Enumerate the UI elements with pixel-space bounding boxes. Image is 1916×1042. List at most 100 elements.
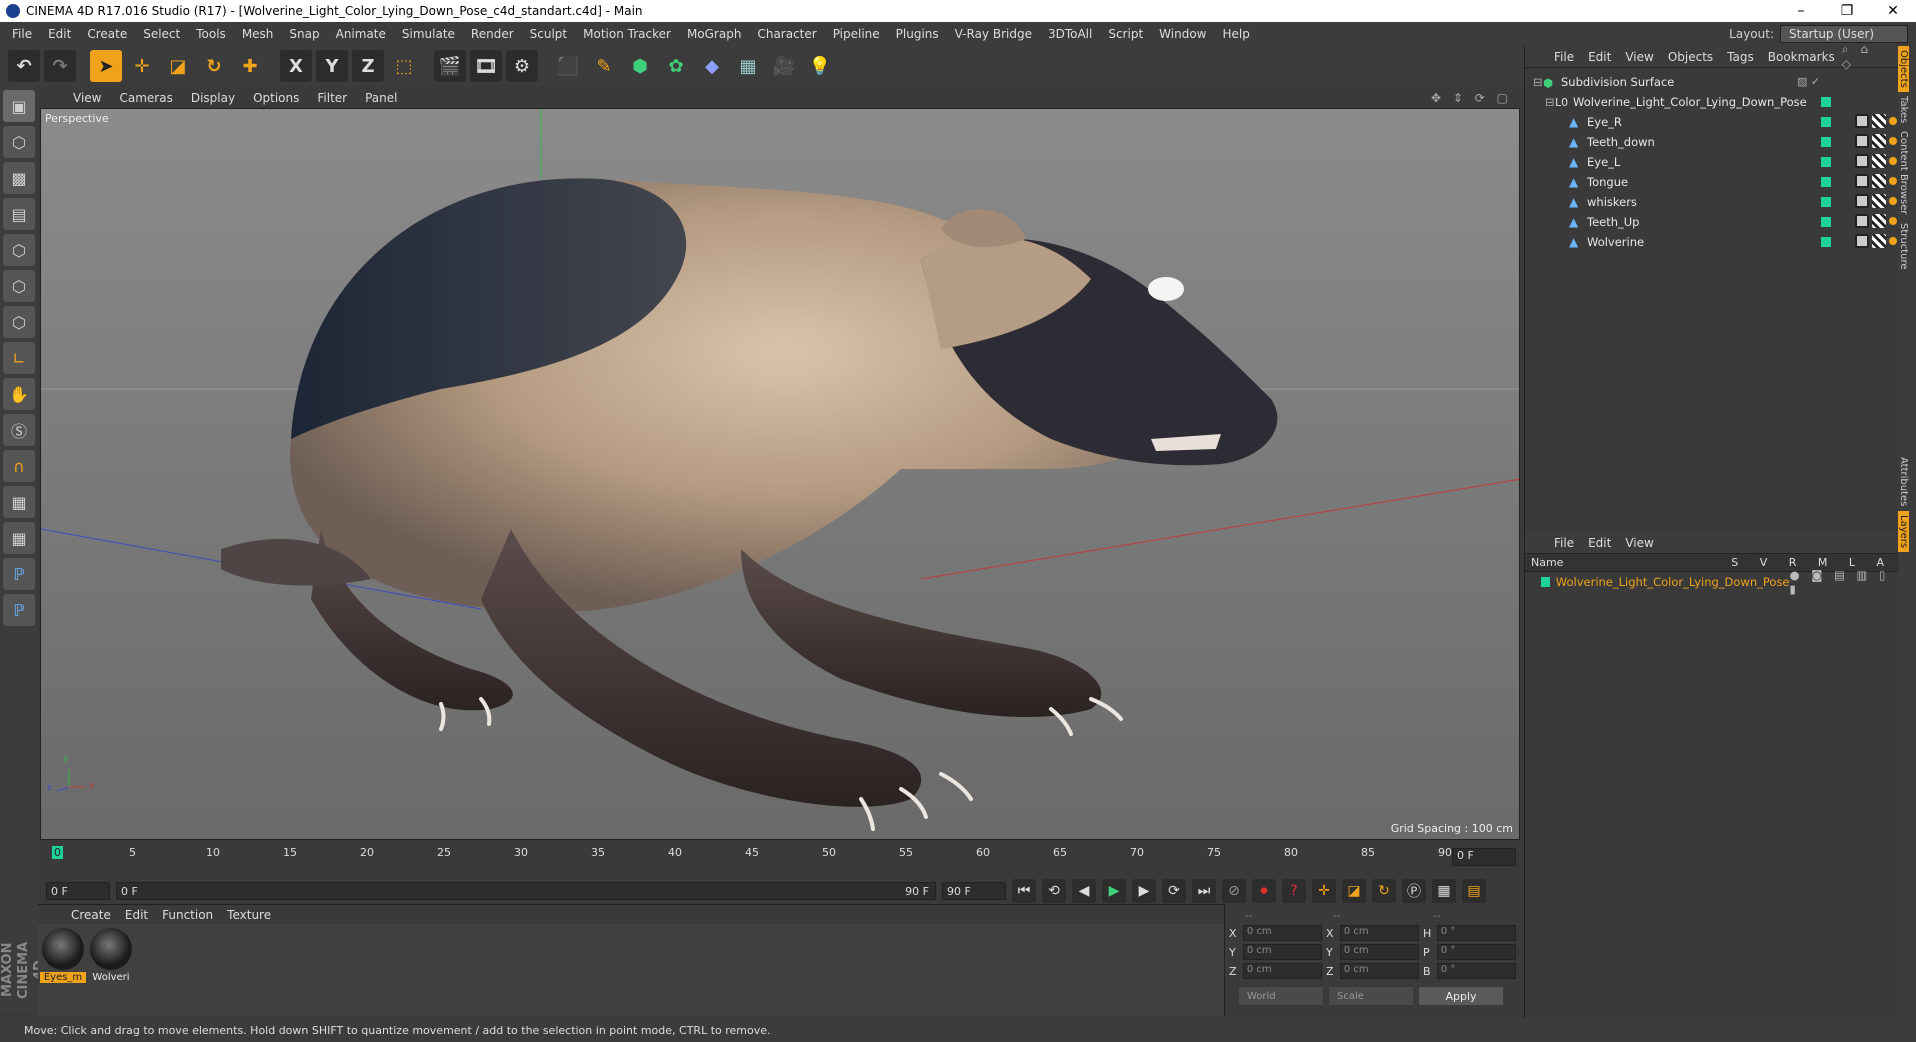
viewport-menu-filter[interactable]: Filter: [308, 91, 356, 105]
tab-structure[interactable]: Structure: [1898, 219, 1909, 274]
python-script-icon[interactable]: ℙ: [3, 594, 35, 626]
solo-icon[interactable]: Ⓢ: [3, 414, 35, 446]
tab-layers[interactable]: Layers: [1898, 510, 1909, 552]
size-x-field[interactable]: 0 cm: [1339, 925, 1419, 941]
polygons-mode-icon[interactable]: ⬡: [3, 306, 35, 338]
rotation-p-field[interactable]: 0 °: [1436, 944, 1516, 960]
model-mode-icon[interactable]: ⬡: [3, 126, 35, 158]
z-axis-lock-button[interactable]: Z: [352, 50, 384, 82]
live-selection-icon[interactable]: ➤: [90, 50, 122, 82]
texture-mode-icon[interactable]: ▩: [3, 162, 35, 194]
menu-help[interactable]: Help: [1214, 27, 1257, 41]
material-menu-create[interactable]: Create: [64, 908, 118, 922]
object-menu-edit[interactable]: Edit: [1581, 50, 1618, 64]
object-row[interactable]: ▲ Teeth_down: [1525, 132, 1898, 152]
viewport-menu-cameras[interactable]: Cameras: [110, 91, 181, 105]
material-tag-icon[interactable]: [1889, 197, 1897, 205]
phong-tag-icon[interactable]: [1855, 114, 1869, 128]
phong-tag-icon[interactable]: [1855, 134, 1869, 148]
object-row[interactable]: ▲ Eye_R: [1525, 112, 1898, 132]
material-swatch[interactable]: Wolveri: [90, 928, 132, 1012]
material-tag-icon[interactable]: [1889, 157, 1897, 165]
workplane-icon[interactable]: ▤: [3, 198, 35, 230]
layout-select[interactable]: Startup (User): [1780, 25, 1908, 43]
menu-script[interactable]: Script: [1100, 27, 1151, 41]
camera-icon[interactable]: 🎥: [768, 50, 800, 82]
autokey-icon[interactable]: ⏺: [1252, 879, 1276, 903]
menu-vray-bridge[interactable]: V-Ray Bridge: [947, 27, 1040, 41]
go-to-start-icon[interactable]: ⏮: [1012, 879, 1036, 903]
edit-render-settings-icon[interactable]: ⚙: [506, 50, 538, 82]
collapse-toggle-icon[interactable]: ⊟: [1545, 95, 1555, 109]
tab-attributes[interactable]: Attributes: [1898, 453, 1909, 510]
record-keys-icon[interactable]: ⊘: [1222, 879, 1246, 903]
subdivision-surface-icon[interactable]: ⬢: [624, 50, 656, 82]
menu-animate[interactable]: Animate: [328, 27, 394, 41]
axis-mode-icon[interactable]: ∟: [3, 342, 35, 374]
play-forward-icon[interactable]: ▶: [1102, 879, 1126, 903]
undo-icon[interactable]: ↶: [8, 50, 40, 82]
object-row[interactable]: ▲ whiskers: [1525, 192, 1898, 212]
position-x-field[interactable]: 0 cm: [1242, 925, 1322, 941]
object-row[interactable]: ▲ Tongue: [1525, 172, 1898, 192]
menu-simulate[interactable]: Simulate: [394, 27, 463, 41]
cloner-icon[interactable]: ✿: [660, 50, 692, 82]
object-menu-bookmarks[interactable]: Bookmarks: [1761, 50, 1842, 64]
render-picture-viewer-icon[interactable]: 🎞: [470, 50, 502, 82]
apply-button[interactable]: Apply: [1419, 987, 1503, 1005]
edges-mode-icon[interactable]: ⬡: [3, 270, 35, 302]
position-z-field[interactable]: 0 cm: [1242, 963, 1322, 979]
viewport-menu-view[interactable]: View: [64, 91, 110, 105]
menu-window[interactable]: Window: [1151, 27, 1214, 41]
material-tag-icon[interactable]: [1889, 177, 1897, 185]
material-tag-icon[interactable]: [1889, 237, 1897, 245]
phong-tag-icon[interactable]: [1855, 234, 1869, 248]
object-row[interactable]: ▲ Wolverine: [1525, 232, 1898, 252]
phong-tag-icon[interactable]: [1855, 214, 1869, 228]
render-view-icon[interactable]: 🎬: [434, 50, 466, 82]
layer-flag-icons[interactable]: ● ◙ ▤ ▥ ▯ ▮: [1790, 568, 1899, 596]
object-menu-tags[interactable]: Tags: [1720, 50, 1761, 64]
rotation-b-field[interactable]: 0 °: [1436, 963, 1516, 979]
key-parameter-icon[interactable]: Ⓟ: [1402, 879, 1426, 903]
key-position-icon[interactable]: ✛: [1312, 879, 1336, 903]
light-icon[interactable]: 💡: [804, 50, 836, 82]
size-y-field[interactable]: 0 cm: [1339, 944, 1419, 960]
object-row[interactable]: ⊟ L0 Wolverine_Light_Color_Lying_Down_Po…: [1525, 92, 1898, 112]
phong-tag-icon[interactable]: [1855, 174, 1869, 188]
perspective-viewport[interactable]: Perspective y x z Grid Spacing : 100 cm: [40, 108, 1520, 840]
floor-icon[interactable]: ▦: [732, 50, 764, 82]
material-menu-edit[interactable]: Edit: [118, 908, 155, 922]
transform-icon[interactable]: ✚: [234, 50, 266, 82]
menu-mograph[interactable]: MoGraph: [679, 27, 750, 41]
position-y-field[interactable]: 0 cm: [1242, 944, 1322, 960]
transform-mode-dropdown[interactable]: Scale: [1329, 987, 1413, 1005]
material-tag-icon[interactable]: [1889, 217, 1897, 225]
layer-menu-edit[interactable]: Edit: [1581, 536, 1618, 550]
next-frame-icon[interactable]: ▶: [1132, 879, 1156, 903]
menu-motion-tracker[interactable]: Motion Tracker: [575, 27, 679, 41]
rotate-tool-icon[interactable]: ↻: [198, 50, 230, 82]
object-menu-objects[interactable]: Objects: [1661, 50, 1720, 64]
texture-tag-icon[interactable]: [1872, 174, 1886, 188]
viewport-nav-icons[interactable]: ✥ ⇕ ⟳ ▢: [1431, 91, 1520, 105]
menu-pipeline[interactable]: Pipeline: [825, 27, 888, 41]
material-tag-icon[interactable]: [1889, 117, 1897, 125]
layer-menu-view[interactable]: View: [1618, 536, 1660, 550]
next-key-icon[interactable]: ⟳: [1162, 879, 1186, 903]
timeline-window-icon[interactable]: ▤: [1462, 879, 1486, 903]
magnet-icon[interactable]: ∩: [3, 450, 35, 482]
coordinate-system-icon[interactable]: ⬚: [388, 50, 420, 82]
cube-primitive-icon[interactable]: ⬛: [552, 50, 584, 82]
menu-sculpt[interactable]: Sculpt: [522, 27, 575, 41]
key-rotation-icon[interactable]: ↻: [1372, 879, 1396, 903]
viewport-menu-options[interactable]: Options: [244, 91, 308, 105]
menu-tools[interactable]: Tools: [188, 27, 234, 41]
move-tool-icon[interactable]: ✛: [126, 50, 158, 82]
keyframe-selection-icon[interactable]: ?: [1282, 879, 1306, 903]
object-row[interactable]: ▲ Eye_L: [1525, 152, 1898, 172]
end-frame-field[interactable]: 90 F: [942, 882, 1006, 900]
texture-tag-icon[interactable]: [1872, 194, 1886, 208]
phong-tag-icon[interactable]: [1855, 154, 1869, 168]
texture-tag-icon[interactable]: [1872, 134, 1886, 148]
